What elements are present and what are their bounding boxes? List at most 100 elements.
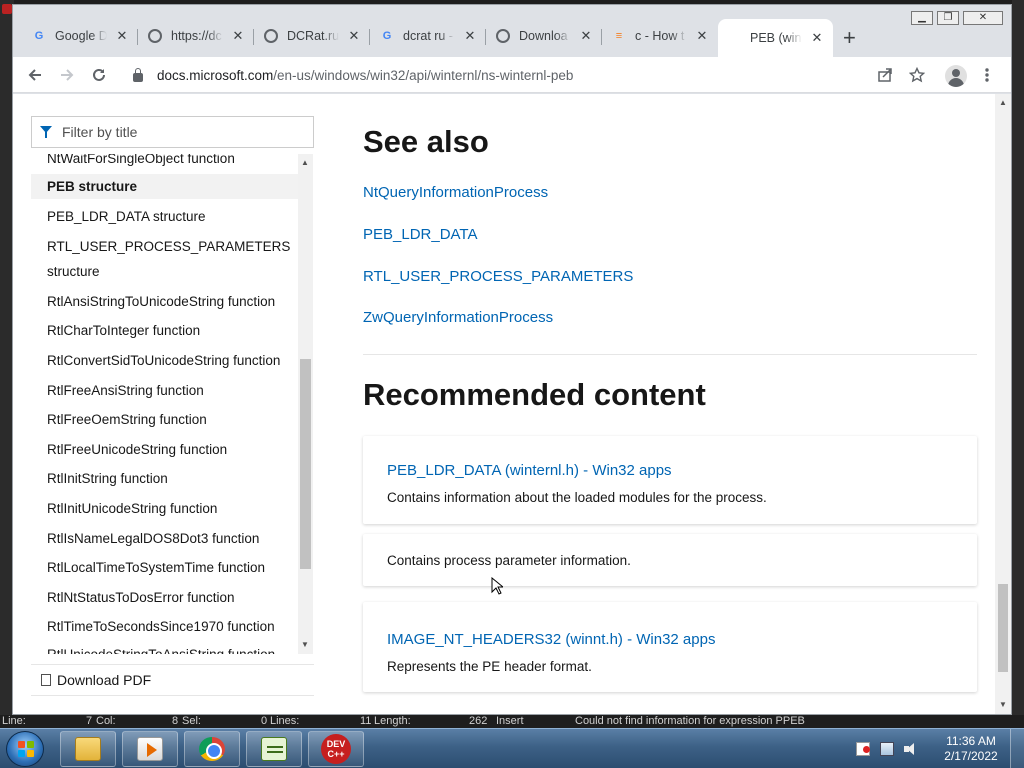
toc-item[interactable]: RtlAnsiStringToUnicodeString function [47,289,297,314]
bookmark-star-icon[interactable] [905,63,929,87]
globe-icon [263,28,279,44]
tab-dcrat[interactable]: DCRat.ru ✕ [255,21,370,51]
close-tab-icon[interactable]: ✕ [694,28,710,44]
card-description: Contains information about the loaded mo… [387,490,767,505]
close-tab-icon[interactable]: ✕ [346,28,362,44]
share-icon[interactable] [873,63,897,87]
media-player-icon [137,737,163,761]
toc-item[interactable]: RTL_USER_PROCESS_PARAMETERS [47,234,297,259]
card-title-link[interactable]: PEB_LDR_DATA (winternl.h) - Win32 apps [387,462,672,479]
browser-toolbar: docs.microsoft.com/en-us/windows/win32/a… [13,57,1011,93]
toc-item-peb-structure[interactable]: PEB structure [31,174,299,199]
new-tab-button[interactable]: + [843,25,856,51]
reload-icon[interactable] [87,63,111,87]
link-zwqueryinformationprocess[interactable]: ZwQueryInformationProcess [363,309,553,326]
taskbar-explorer[interactable] [60,731,116,767]
close-tab-icon[interactable]: ✕ [809,30,825,46]
toc-item[interactable]: RtlInitString function [47,466,297,491]
toc-item[interactable]: RtlUnicodeStringToAnsiString function [47,642,297,654]
toc-item[interactable]: RtlCharToInteger function [47,318,297,343]
scroll-down-icon[interactable]: ▼ [301,640,309,649]
card-title-link[interactable]: IMAGE_NT_HEADERS32 (winnt.h) - Win32 app… [387,631,715,648]
tab-downloads[interactable]: Downloa ✕ [487,21,602,51]
toc-item[interactable]: RtlFreeAnsiString function [47,378,297,403]
toc-item[interactable]: PEB_LDR_DATA structure [47,204,297,229]
download-pdf-label: Download PDF [57,672,152,688]
show-desktop-button[interactable] [1010,729,1024,768]
maximize-icon[interactable]: ❐ [937,11,959,25]
recommended-card[interactable]: Contains process parameter information. [363,534,977,586]
recommended-card[interactable]: IMAGE_NT_HEADERS32 (winnt.h) - Win32 app… [363,602,977,692]
close-tab-icon[interactable]: ✕ [230,28,246,44]
close-tab-icon[interactable]: ✕ [578,28,594,44]
link-rtl-user-process-parameters[interactable]: RTL_USER_PROCESS_PARAMETERS [363,268,633,285]
devcpp-label: DEV [326,739,346,749]
toc-item[interactable]: RtlConvertSidToUnicodeString function [47,348,297,373]
status-col-value: 8 [172,715,179,727]
notepad-icon [261,737,287,761]
close-tab-icon[interactable]: ✕ [114,28,130,44]
status-length-value: 262 [469,715,488,727]
filter-input[interactable]: Filter by title [31,116,314,148]
back-icon[interactable] [23,63,47,87]
start-button[interactable] [6,731,44,767]
close-window-icon[interactable]: ✕ [963,11,1003,25]
recommended-card[interactable]: PEB_LDR_DATA (winternl.h) - Win32 apps C… [363,436,977,524]
page-scroll-thumb[interactable] [998,584,1008,672]
toc-item[interactable]: RtlInitUnicodeString function [47,496,297,521]
url-domain: docs.microsoft.com [157,67,274,83]
profile-avatar-icon[interactable] [945,65,967,87]
scroll-up-icon[interactable]: ▲ [301,158,309,167]
action-center-flag-icon[interactable] [856,742,870,756]
link-ntqueryinformationprocess[interactable]: NtQueryInformationProcess [363,184,548,201]
status-line-value: 7 [86,715,93,727]
page-viewport: Filter by title NtWaitForSingleObject fu… [13,94,1011,714]
globe-icon [495,28,511,44]
toc-item[interactable]: RtlFreeOemString function [47,407,297,432]
tab-peb-active[interactable]: PEB (win ✕ [718,19,833,57]
toc-scrollbar[interactable]: ▲ ▼ [298,154,313,654]
toc-item[interactable]: structure [47,259,297,284]
close-tab-icon[interactable]: ✕ [462,28,478,44]
tab-stackoverflow[interactable]: ≡ c - How t ✕ [603,21,718,51]
toc-item[interactable]: NtWaitForSingleObject function [47,154,297,171]
toc-item[interactable]: RtlFreeUnicodeString function [47,437,297,462]
lock-icon[interactable] [133,67,143,82]
taskbar-notepad[interactable] [246,731,302,767]
taskbar: DEV C++ 11:36 AM 2/17/2022 [0,728,1024,768]
scroll-down-icon[interactable]: ▼ [999,700,1007,709]
address-bar[interactable]: docs.microsoft.com/en-us/windows/win32/a… [123,60,969,90]
scroll-up-icon[interactable]: ▲ [999,98,1007,107]
menu-dots-icon[interactable] [975,63,999,87]
volume-icon[interactable] [904,742,918,756]
card-description: Contains process parameter information. [387,553,631,568]
minimize-icon[interactable]: ▁ [911,11,933,25]
taskbar-devcpp[interactable]: DEV C++ [308,731,364,767]
taskbar-chrome[interactable] [184,731,240,767]
tab-strip: G Google D ✕ https://dc ✕ DCRat.ru ✕ G d… [13,5,1011,57]
tab-title: https://dc [171,29,222,43]
system-clock[interactable]: 11:36 AM 2/17/2022 [942,734,1000,764]
tab-dcrat-search[interactable]: G dcrat ru - ✕ [371,21,486,51]
url-path: /en-us/windows/win32/api/winternl/ns-win… [273,67,574,83]
tab-https[interactable]: https://dc ✕ [139,21,254,51]
network-icon[interactable] [880,742,894,756]
toc-item[interactable]: RtlIsNameLegalDOS8Dot3 function [47,526,297,551]
page-scrollbar[interactable]: ▲ ▼ [995,94,1011,714]
toc-item[interactable]: RtlTimeToSecondsSince1970 function [47,614,297,639]
toc-scroll-thumb[interactable] [300,359,311,569]
taskbar-media-player[interactable] [122,731,178,767]
clock-date: 2/17/2022 [944,749,998,763]
toc-item[interactable]: RtlLocalTimeToSystemTime function [47,555,297,580]
pdf-icon [41,674,51,686]
download-pdf-button[interactable]: Download PDF [31,664,314,696]
stackoverflow-icon: ≡ [615,30,623,42]
status-lines-value: 11 [360,715,372,727]
tab-google-docs[interactable]: G Google D ✕ [23,21,138,51]
browser-window: G Google D ✕ https://dc ✕ DCRat.ru ✕ G d… [12,4,1012,715]
link-peb-ldr-data[interactable]: PEB_LDR_DATA [363,226,478,243]
divider [363,354,977,355]
see-also-heading: See also [363,124,489,159]
toc-item[interactable]: RtlNtStatusToDosError function [47,585,297,610]
forward-icon[interactable] [55,63,79,87]
